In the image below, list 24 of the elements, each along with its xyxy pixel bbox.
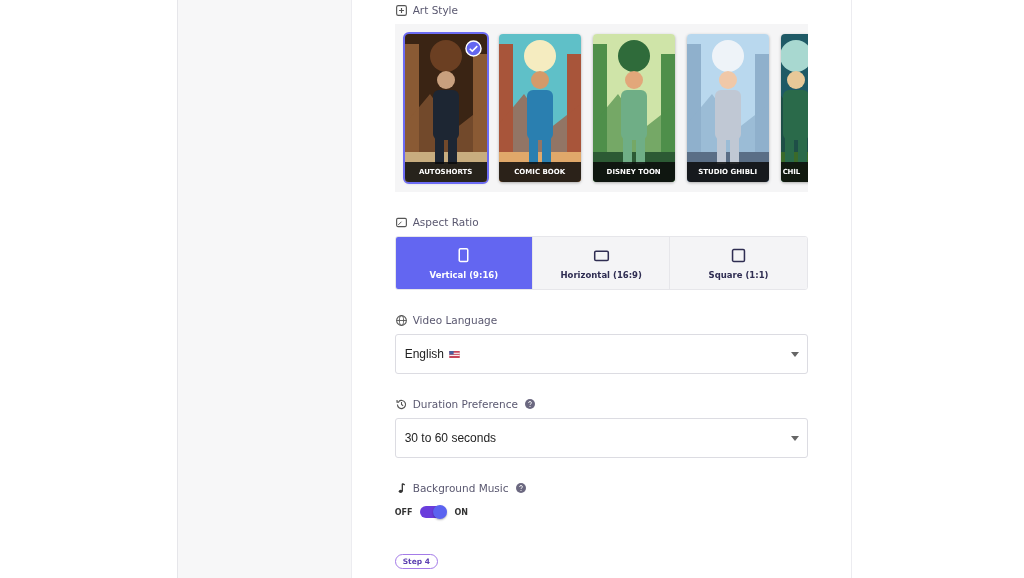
help-icon[interactable]: [515, 483, 526, 493]
help-icon[interactable]: [524, 399, 535, 409]
section-label: Art Style: [412, 4, 458, 16]
section-label: Aspect Ratio: [412, 216, 479, 228]
on-label: ON: [454, 507, 468, 517]
aspect-ratio-option[interactable]: Horizontal (16:9): [532, 237, 670, 289]
caret-icon: [790, 435, 799, 441]
caret-icon: [790, 351, 799, 357]
music-toggle[interactable]: [420, 506, 447, 518]
section-label: Video Language: [412, 314, 498, 326]
history-icon: [394, 397, 408, 411]
check-icon: [464, 40, 482, 57]
globe-icon: [394, 313, 408, 327]
flag-icon: [449, 350, 461, 358]
aspect-ratio-option[interactable]: Vertical (9:16): [395, 237, 532, 289]
language-select[interactable]: English: [394, 334, 808, 374]
section-label: Background Music: [412, 482, 509, 494]
aspect-ratio-icon: [394, 215, 408, 229]
duration-select[interactable]: 30 to 60 seconds: [394, 418, 808, 458]
section-label: Duration Preference: [412, 398, 518, 410]
off-label: OFF: [394, 507, 413, 517]
square-icon: [730, 246, 747, 264]
aspect-ratio-option[interactable]: Square (1:1): [669, 237, 807, 289]
image-add-icon: [394, 3, 408, 17]
